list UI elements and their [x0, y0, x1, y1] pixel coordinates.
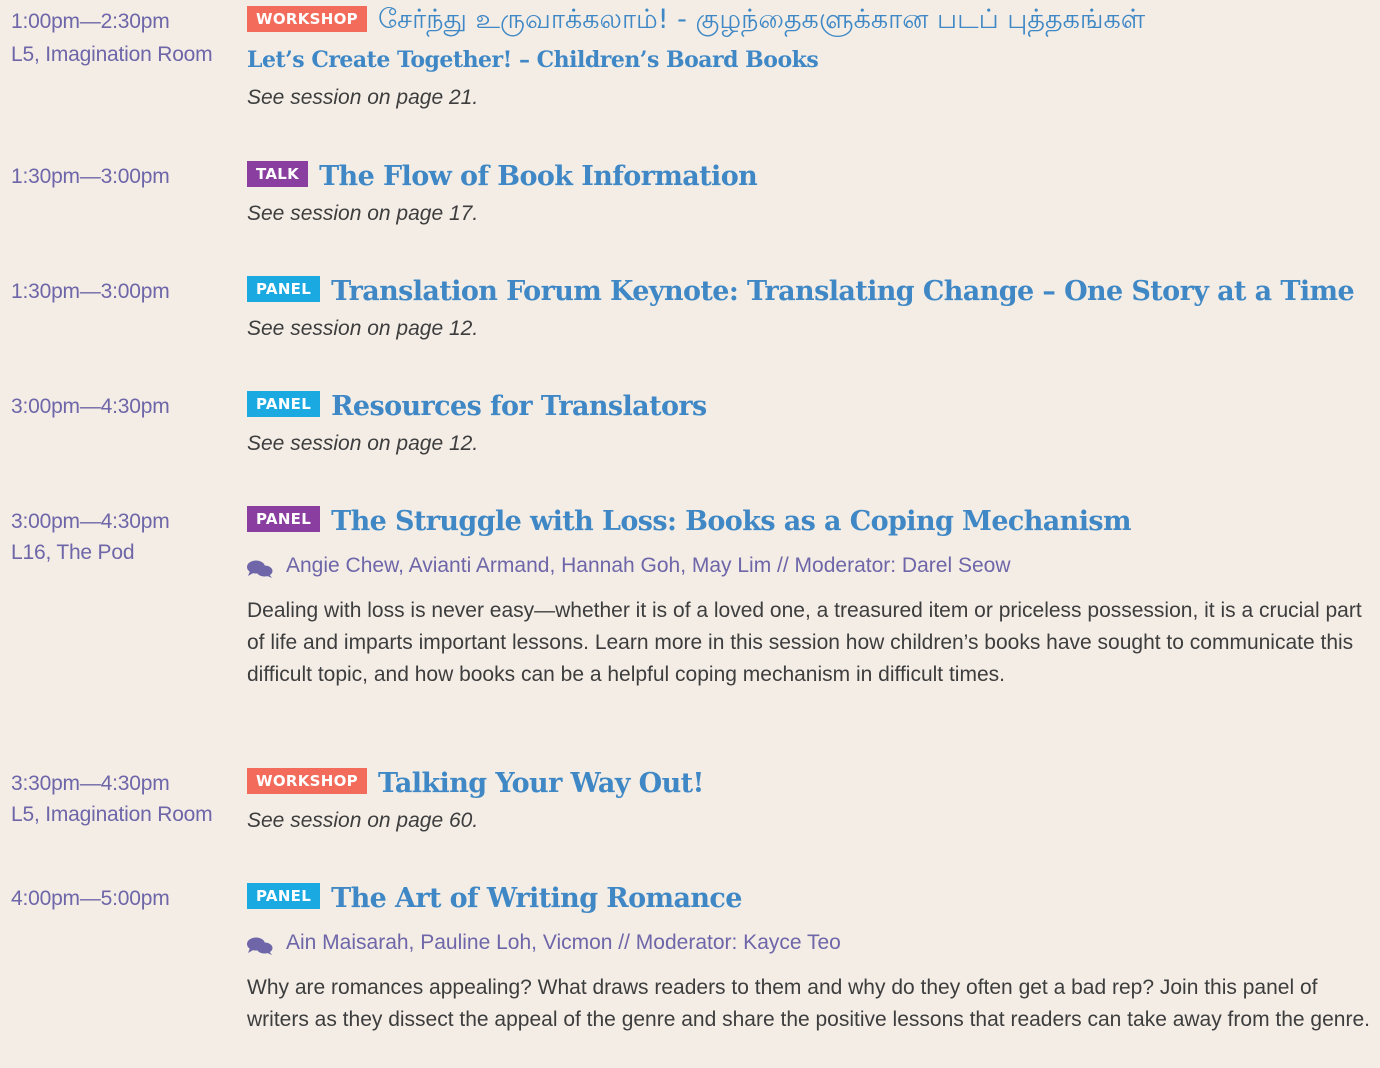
session-page-ref: See session on page 60. — [247, 809, 479, 832]
session-speakers: Angie Chew, Avianti Armand, Hannah Goh, … — [247, 549, 1380, 583]
session-title: Resources for Translators — [331, 390, 707, 422]
session-description: Why are romances appealing? What draws r… — [247, 976, 1370, 1031]
session-description: Dealing with loss is never easy—whether … — [247, 599, 1362, 686]
panel-badge: PANEL — [247, 883, 321, 909]
session-subtitle: Let’s Create Together! – Children’s Boar… — [247, 47, 819, 73]
session-page-ref: See session on page 12. — [247, 432, 479, 455]
session-speakers: Ain Maisarah, Pauline Loh, Vicmon // Mod… — [247, 926, 1380, 960]
workshop-badge: WORKSHOP — [247, 6, 367, 32]
session-page-ref: See session on page 21. — [247, 86, 479, 109]
session-page-ref: See session on page 12. — [247, 317, 479, 340]
session-title: The Flow of Book Information — [319, 160, 758, 192]
panel-badge: PANEL — [247, 276, 321, 302]
workshop-badge: WORKSHOP — [247, 768, 367, 794]
session-venue: L5, Imagination Room — [11, 43, 213, 66]
session-page-ref: See session on page 17. — [247, 202, 479, 225]
session-time: 3:00pm—4:30pm — [11, 395, 170, 418]
session-time: 1:30pm—3:00pm — [11, 280, 170, 303]
panel-badge: PANEL — [247, 391, 321, 417]
chat-bubbles-icon — [247, 933, 273, 955]
session-venue: L16, The Pod — [11, 541, 135, 564]
speakers-text: Angie Chew, Avianti Armand, Hannah Goh, … — [286, 554, 1011, 577]
chat-bubbles-icon — [247, 556, 273, 578]
session-title: சேர்ந்து உருவாக்கலாம்! - குழந்தைகளுக்கான… — [377, 3, 1146, 35]
session-time: 4:00pm—5:00pm — [11, 887, 170, 910]
panel-badge: PANEL — [247, 506, 321, 532]
session-title: The Art of Writing Romance — [331, 882, 742, 914]
session-venue: L5, Imagination Room — [11, 803, 213, 826]
session-title: Talking Your Way Out! — [377, 767, 704, 799]
speakers-text: Ain Maisarah, Pauline Loh, Vicmon // Mod… — [286, 931, 841, 954]
session-time: 1:30pm—3:00pm — [11, 165, 170, 188]
session-title: The Struggle with Loss: Books as a Copin… — [331, 505, 1131, 537]
talk-badge: TALK — [247, 161, 309, 187]
session-title: Translation Forum Keynote: Translating C… — [331, 275, 1355, 307]
